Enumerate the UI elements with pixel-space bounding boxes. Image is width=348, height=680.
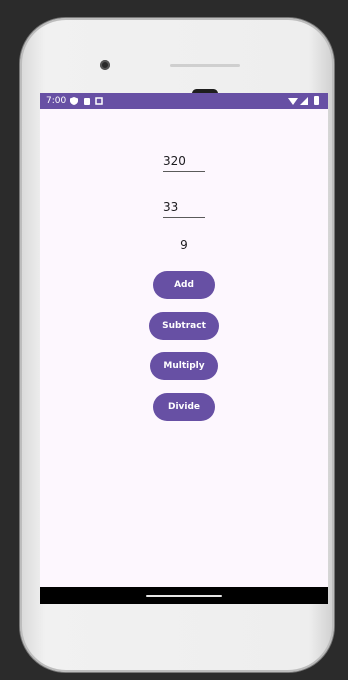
speaker-grille [170, 64, 240, 67]
result-text: 9 [180, 238, 188, 252]
notification-icon [95, 97, 103, 105]
status-icons-left [70, 97, 103, 105]
home-gesture-handle[interactable] [146, 595, 222, 597]
subtract-button[interactable]: Subtract [149, 312, 219, 340]
divide-button[interactable]: Divide [153, 393, 215, 421]
signal-icon [300, 97, 308, 105]
wifi-icon [288, 98, 298, 105]
navigation-bar [40, 587, 328, 604]
front-camera-icon [100, 60, 110, 70]
shield-icon [70, 97, 78, 105]
second-number-input[interactable] [163, 197, 205, 217]
sim-icon [84, 98, 90, 105]
status-icons-right [288, 96, 319, 105]
multiply-button[interactable]: Multiply [150, 352, 218, 380]
app-screen: 7:00 9 Add Subtract Multiply Divide [40, 93, 328, 604]
first-number-field[interactable] [163, 151, 205, 172]
first-number-input[interactable] [163, 151, 205, 171]
battery-icon [314, 96, 319, 105]
second-number-field[interactable] [163, 197, 205, 218]
status-bar: 7:00 [40, 93, 328, 109]
status-time: 7:00 [46, 96, 67, 106]
add-button[interactable]: Add [153, 271, 215, 299]
